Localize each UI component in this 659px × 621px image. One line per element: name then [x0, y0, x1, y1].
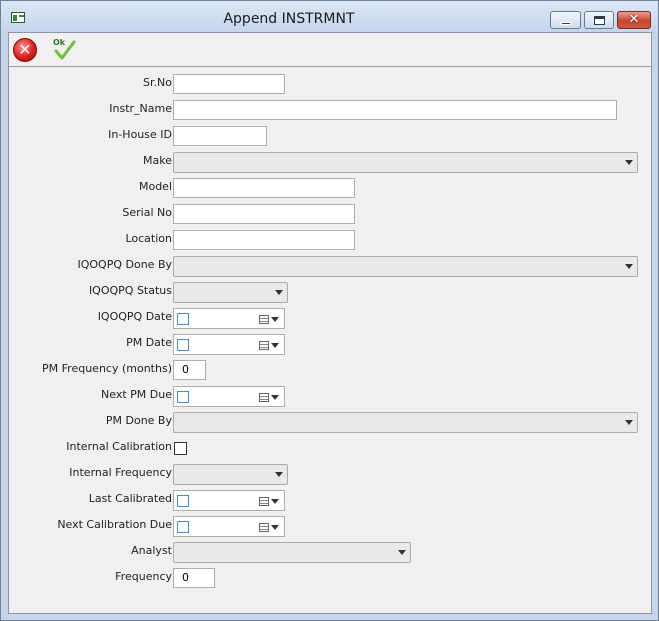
chevron-down-icon[interactable]: [271, 343, 279, 348]
location-label: Location: [125, 232, 172, 245]
cancel-button[interactable]: ✕: [13, 38, 37, 62]
internal-frequency-row: Internal Frequency: [9, 463, 653, 485]
serial-no-input[interactable]: [173, 204, 355, 224]
serial-no-label: Serial No: [122, 206, 172, 219]
calendar-icon: [259, 393, 269, 402]
chevron-down-icon: [625, 264, 633, 269]
internal-frequency-label: Internal Frequency: [69, 466, 172, 479]
calendar-icon: [259, 315, 269, 324]
frequency-input[interactable]: 0: [173, 568, 215, 588]
model-input[interactable]: [173, 178, 355, 198]
make-label: Make: [143, 154, 172, 167]
location-row: Location: [9, 229, 653, 251]
pm-done-by-row: PM Done By: [9, 411, 653, 433]
close-icon: ✕: [628, 12, 640, 27]
next-calibration-due-row: Next Calibration Due: [9, 515, 653, 537]
next-calibration-due-label: Next Calibration Due: [57, 518, 172, 531]
pm-date-row: PM Date: [9, 333, 653, 355]
app-window: Append INSTRMNT ✕ ✕ Ok Sr.No Instr_Name …: [0, 0, 659, 621]
internal-calibration-row: Internal Calibration: [9, 437, 653, 459]
next-pm-due-picker[interactable]: [173, 386, 285, 407]
title-bar[interactable]: Append INSTRMNT ✕: [1, 1, 658, 33]
pm-done-by-label: PM Done By: [105, 414, 172, 427]
chevron-down-icon: [625, 160, 633, 165]
window-title: Append INSTRMNT: [223, 11, 355, 27]
make-select[interactable]: [173, 152, 638, 173]
pm-frequency-label: PM Frequency (months): [42, 362, 172, 375]
chevron-down-icon: [398, 550, 406, 555]
model-row: Model: [9, 177, 653, 199]
iqoqpq-status-label: IQOQPQ Status: [88, 284, 172, 297]
chevron-down-icon[interactable]: [271, 525, 279, 530]
iqoqpq-done-by-row: IQOQPQ Done By: [9, 255, 653, 277]
iqoqpq-date-label: IQOQPQ Date: [97, 310, 172, 323]
analyst-select[interactable]: [173, 542, 411, 563]
date-checkbox[interactable]: [177, 391, 189, 403]
in-house-id-input[interactable]: [173, 126, 267, 146]
iqoqpq-date-row: IQOQPQ Date: [9, 307, 653, 329]
sr-no-input[interactable]: [173, 74, 285, 94]
pm-date-picker[interactable]: [173, 334, 285, 355]
iqoqpq-done-by-label: IQOQPQ Done By: [77, 258, 173, 271]
chevron-down-icon[interactable]: [271, 499, 279, 504]
in-house-id-label: In-House ID: [108, 128, 172, 141]
calendar-icon: [259, 523, 269, 532]
minimize-button[interactable]: [550, 11, 581, 29]
date-checkbox[interactable]: [177, 313, 189, 325]
chevron-down-icon[interactable]: [271, 317, 279, 322]
date-checkbox[interactable]: [177, 339, 189, 351]
maximize-button[interactable]: [584, 11, 614, 29]
ok-button[interactable]: Ok: [51, 38, 77, 62]
internal-calibration-label: Internal Calibration: [66, 440, 172, 453]
instr-name-input[interactable]: [173, 100, 617, 120]
maximize-icon: [594, 16, 605, 25]
date-checkbox[interactable]: [177, 521, 189, 533]
pm-done-by-select[interactable]: [173, 412, 638, 433]
iqoqpq-status-row: IQOQPQ Status: [9, 281, 653, 303]
last-calibrated-picker[interactable]: [173, 490, 285, 511]
date-checkbox[interactable]: [177, 495, 189, 507]
sr-no-row: Sr.No: [9, 73, 653, 95]
instr-name-label: Instr_Name: [109, 102, 172, 115]
checkmark-icon: [54, 40, 76, 60]
instr-name-row: Instr_Name: [9, 99, 653, 121]
iqoqpq-status-select[interactable]: [173, 282, 288, 303]
frequency-label: Frequency: [115, 570, 172, 583]
iqoqpq-date-picker[interactable]: [173, 308, 285, 329]
model-label: Model: [138, 180, 172, 193]
analyst-row: Analyst: [9, 541, 653, 563]
sr-no-label: Sr.No: [143, 76, 172, 89]
serial-no-row: Serial No: [9, 203, 653, 225]
next-pm-due-label: Next PM Due: [101, 388, 172, 401]
make-row: Make: [9, 151, 653, 173]
analyst-label: Analyst: [131, 544, 172, 557]
pm-frequency-row: PM Frequency (months) 0: [9, 359, 653, 381]
toolbar: ✕ Ok: [9, 33, 651, 67]
chevron-down-icon: [625, 420, 633, 425]
next-calibration-due-picker[interactable]: [173, 516, 285, 537]
in-house-id-row: In-House ID: [9, 125, 653, 147]
frequency-row: Frequency 0: [9, 567, 653, 589]
location-input[interactable]: [173, 230, 355, 250]
chevron-down-icon: [275, 472, 283, 477]
internal-frequency-select[interactable]: [173, 464, 288, 485]
cancel-icon: ✕: [18, 40, 32, 59]
minimize-icon: [561, 22, 571, 25]
next-pm-due-row: Next PM Due: [9, 385, 653, 407]
calendar-icon: [259, 497, 269, 506]
form-area: ✕ Ok Sr.No Instr_Name In-House ID Make M…: [8, 32, 652, 614]
iqoqpq-done-by-select[interactable]: [173, 256, 638, 277]
chevron-down-icon[interactable]: [271, 395, 279, 400]
last-calibrated-row: Last Calibrated: [9, 489, 653, 511]
close-button[interactable]: ✕: [617, 11, 651, 29]
calendar-icon: [259, 341, 269, 350]
chevron-down-icon: [275, 290, 283, 295]
pm-frequency-input[interactable]: 0: [173, 360, 206, 380]
last-calibrated-label: Last Calibrated: [88, 492, 172, 505]
pm-date-label: PM Date: [126, 336, 172, 349]
internal-calibration-checkbox[interactable]: [174, 442, 187, 455]
